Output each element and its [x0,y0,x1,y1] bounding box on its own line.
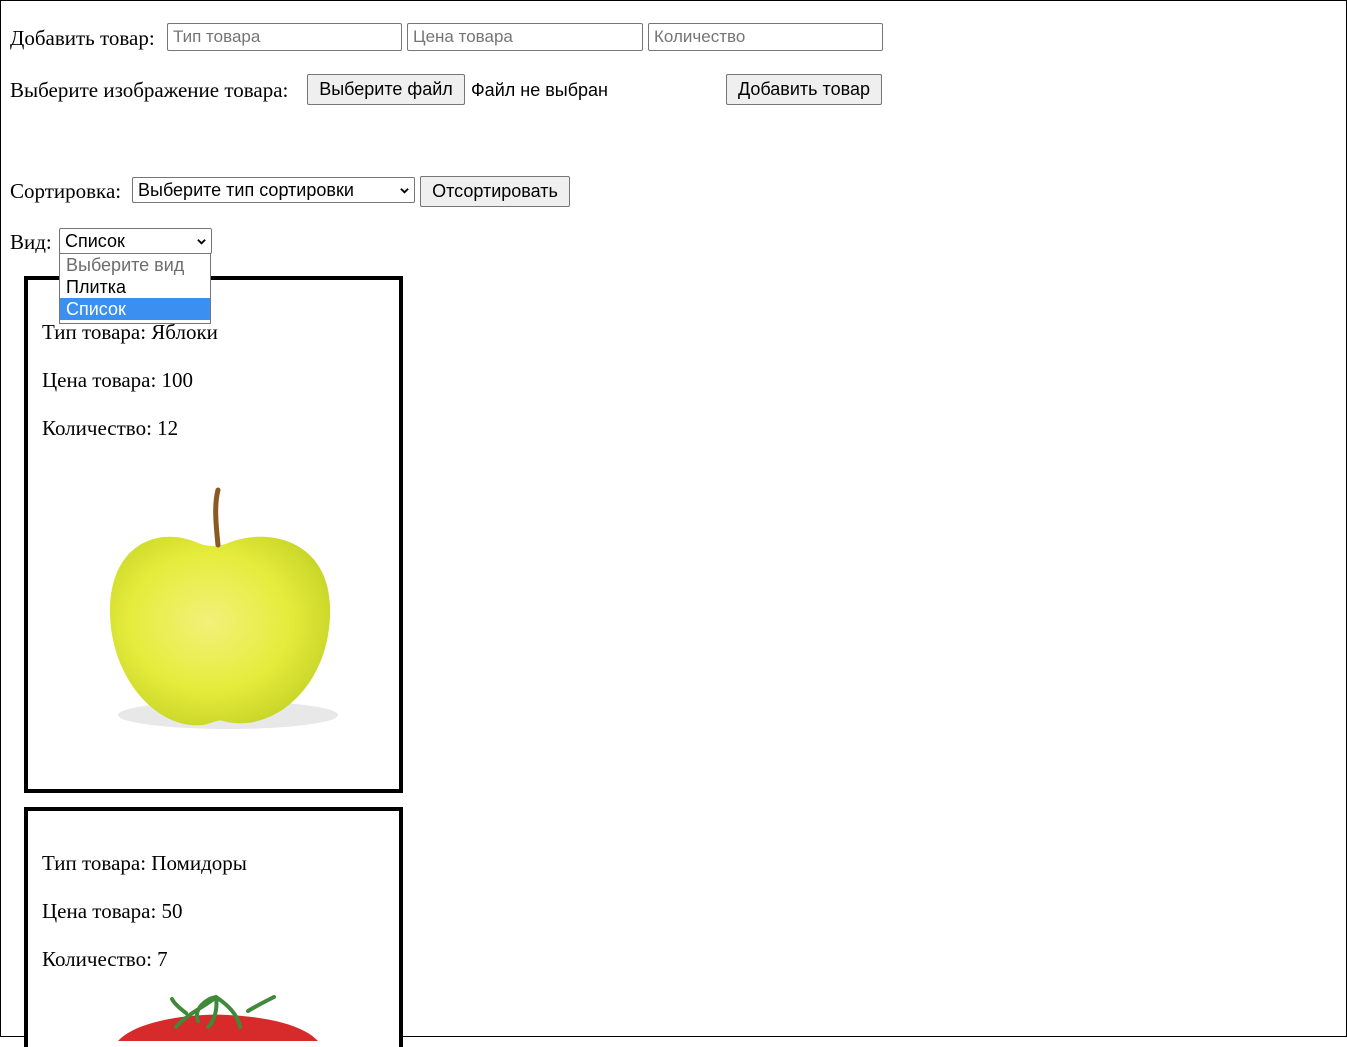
file-status: Файл не выбран [471,80,608,100]
tomato-image [118,995,318,1041]
image-label: Выберите изображение товара: [10,78,289,102]
product-type: Тип товара: Помидоры [42,851,247,875]
product-card: Тип товара: Яблоки Цена товара: 100 Коли… [24,276,403,793]
view-label: Вид: [10,230,52,254]
product-type-input[interactable]: Тип товара [167,23,402,51]
add-product-button[interactable]: Добавить товар [726,74,882,105]
product-quantity: Количество: 7 [42,947,168,971]
view-dropdown-list: Выберите вид Плитка Список [59,253,211,324]
sort-button[interactable]: Отсортировать [420,176,570,207]
sort-select[interactable]: Выберите тип сортировки [132,177,415,203]
view-option-placeholder: Выберите вид [66,255,185,275]
view-option-list[interactable]: Список [60,298,210,320]
view-select[interactable]: Список [59,228,212,254]
view-select-value: Список [65,231,125,251]
chevron-down-icon [400,188,409,194]
product-price: Цена товара: 50 [42,899,183,923]
sort-select-value: Выберите тип сортировки [138,180,354,200]
product-price-input[interactable]: Цена товара [407,23,643,51]
product-card: Тип товара: Помидоры Цена товара: 50 Кол… [24,807,403,1047]
chevron-down-icon [197,239,206,245]
apple-image [109,487,338,729]
add-product-label: Добавить товар: [10,26,155,50]
sort-label: Сортировка: [10,179,122,203]
view-option-tile[interactable]: Плитка [60,276,210,298]
choose-file-button[interactable]: Выберите файл [307,74,465,105]
product-quantity-input[interactable]: Количество [648,23,883,51]
product-price: Цена товара: 100 [42,368,194,392]
product-quantity: Количество: 12 [42,416,179,440]
